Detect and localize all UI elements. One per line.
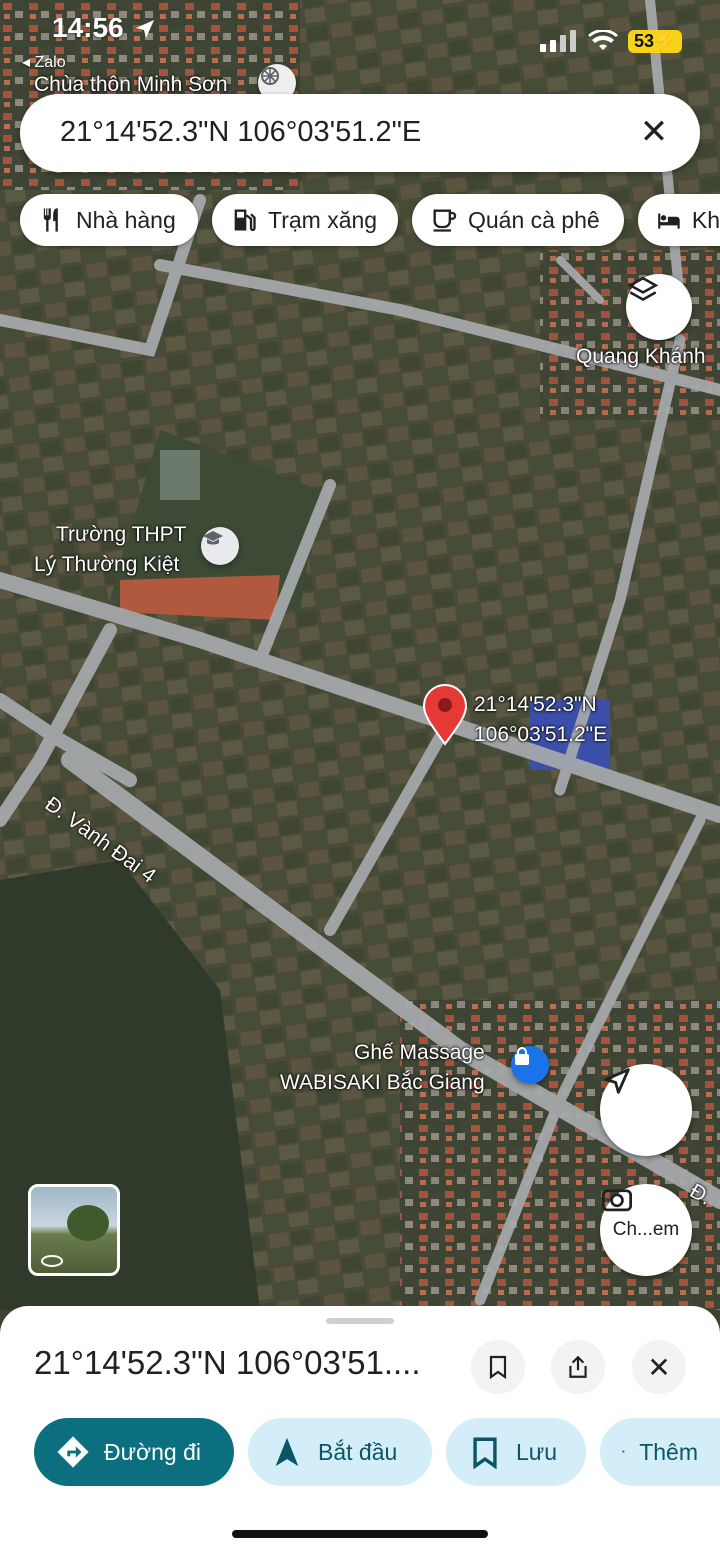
more-action-button[interactable]: Thêm bbox=[600, 1418, 720, 1486]
status-bar: 14:56 ◂ Zalo 53⚡ bbox=[0, 0, 720, 71]
close-sheet-button[interactable]: ✕ bbox=[632, 1340, 686, 1394]
chip-label: Kh bbox=[691, 206, 720, 233]
chip-label: Nhà hàng bbox=[76, 206, 176, 233]
bookmark-icon bbox=[489, 1355, 507, 1380]
back-to-app-link[interactable]: ◂ Zalo bbox=[22, 52, 66, 72]
camera-lens-icon bbox=[602, 1189, 632, 1212]
layers-icon bbox=[627, 276, 659, 301]
map-label-quang-khanh[interactable]: Quang Khánh bbox=[576, 342, 706, 372]
chip-gas-station[interactable]: Trạm xăng bbox=[212, 194, 398, 246]
search-bar[interactable]: 21°14'52.3"N 106°03'51.2"E ✕ bbox=[20, 94, 700, 172]
close-icon: ✕ bbox=[647, 1351, 671, 1383]
restaurant-icon bbox=[43, 208, 58, 232]
cellular-signal-icon bbox=[540, 30, 576, 52]
map-label-school-line1[interactable]: Trường THPT bbox=[56, 520, 187, 550]
home-indicator[interactable] bbox=[232, 1530, 488, 1538]
gas-station-icon bbox=[234, 209, 256, 231]
lens-button[interactable]: Ch...em bbox=[600, 1184, 692, 1276]
chip-label: Quán cà phê bbox=[468, 206, 600, 233]
directions-button[interactable]: Đường đi bbox=[34, 1418, 234, 1486]
battery-indicator: 53⚡ bbox=[628, 30, 683, 53]
battery-level: 53 bbox=[634, 31, 655, 51]
search-input[interactable]: 21°14'52.3"N 106°03'51.2"E bbox=[60, 116, 421, 149]
flag-icon bbox=[622, 1450, 625, 1454]
school-poi-icon[interactable] bbox=[201, 527, 239, 565]
bookmark-icon bbox=[473, 1437, 497, 1469]
save-action-button[interactable]: Lưu bbox=[446, 1418, 586, 1486]
hotel-icon bbox=[658, 213, 680, 229]
navigation-arrow-icon bbox=[275, 1437, 299, 1467]
map-label-school-line2[interactable]: Lý Thường Kiệt bbox=[34, 550, 179, 580]
shopping-poi-icon[interactable] bbox=[511, 1046, 549, 1084]
place-title: 21°14'52.3"N 106°03'51.... bbox=[34, 1344, 421, 1381]
start-button[interactable]: Bắt đầu bbox=[248, 1418, 432, 1486]
navigation-arrow-icon bbox=[604, 1068, 630, 1094]
chip-restaurant[interactable]: Nhà hàng bbox=[20, 194, 198, 246]
coffee-icon bbox=[433, 209, 457, 232]
share-button[interactable] bbox=[551, 1340, 605, 1394]
location-pin-icon[interactable] bbox=[422, 684, 468, 746]
action-label: Bắt đầu bbox=[318, 1438, 398, 1465]
wifi-icon bbox=[588, 30, 618, 50]
action-label: Đường đi bbox=[104, 1438, 201, 1465]
status-time: 14:56 bbox=[52, 12, 124, 43]
layers-button[interactable] bbox=[626, 274, 692, 340]
location-arrow-icon bbox=[136, 20, 154, 38]
close-icon[interactable]: ✕ bbox=[634, 112, 674, 152]
pin-coord-line2: 106°03'51.2"E bbox=[474, 723, 608, 746]
chip-coffee[interactable]: Quán cà phê bbox=[412, 194, 624, 246]
drag-handle[interactable] bbox=[326, 1318, 394, 1324]
street-view-thumbnail[interactable] bbox=[28, 1184, 120, 1276]
place-bottom-sheet[interactable]: 21°14'52.3"N 106°03'51.... ✕ Đường đi Bắ… bbox=[0, 1306, 720, 1557]
pin-coord-line1: 21°14'52.3"N bbox=[474, 693, 597, 716]
map-label-massage-line2[interactable]: WABISAKI Bắc Giang bbox=[280, 1068, 485, 1098]
my-location-button[interactable] bbox=[600, 1064, 692, 1156]
lens-label: Ch...em bbox=[612, 1219, 680, 1240]
directions-icon bbox=[57, 1436, 89, 1468]
save-button[interactable] bbox=[471, 1340, 525, 1394]
rotate-360-icon bbox=[41, 1255, 63, 1267]
share-icon bbox=[569, 1355, 587, 1378]
chip-hotel[interactable]: Kh bbox=[638, 194, 720, 246]
action-label: Thêm bbox=[639, 1438, 698, 1465]
chip-label: Trạm xăng bbox=[268, 206, 378, 233]
action-label: Lưu bbox=[516, 1438, 557, 1465]
map-label-massage-line1[interactable]: Ghế Massage bbox=[354, 1038, 485, 1068]
